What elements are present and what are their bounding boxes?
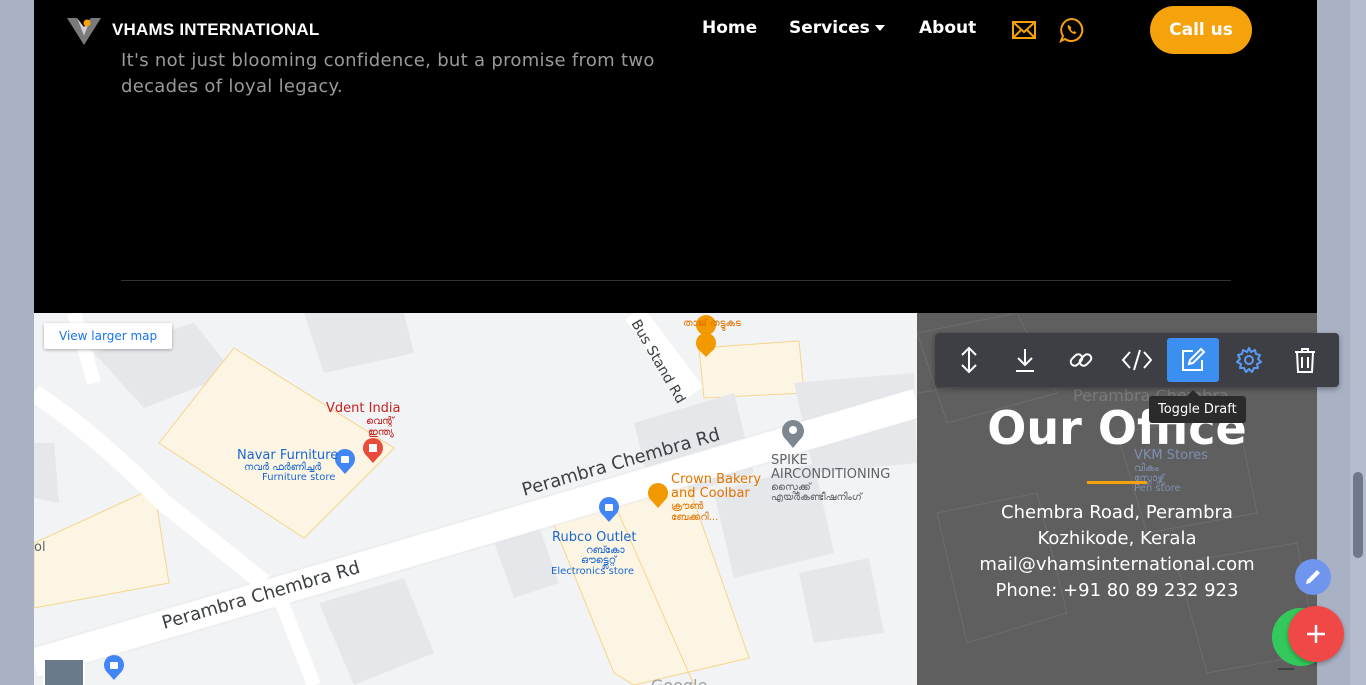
logo-icon: [66, 14, 102, 46]
place-label: Electronics store: [551, 566, 634, 577]
call-us-button[interactable]: Call us: [1150, 6, 1252, 54]
code-icon[interactable]: [1111, 338, 1163, 382]
whatsapp-icon[interactable]: [1059, 17, 1085, 44]
nav-services-label: Services: [789, 18, 870, 38]
edit-draft-icon[interactable]: [1167, 338, 1219, 382]
place-label: ഇന്ത്യ: [368, 427, 394, 438]
nav-home[interactable]: Home: [702, 18, 757, 38]
office-address-line-2: Kozhikode, Kerala: [1037, 528, 1197, 549]
nav-services[interactable]: Services: [789, 18, 885, 38]
pencil-icon[interactable]: [1295, 559, 1331, 595]
settings-icon[interactable]: [1223, 338, 1275, 382]
site-header: VHAMS INTERNATIONAL Home Services About …: [34, 0, 1317, 58]
office-phone[interactable]: Phone: +91 80 89 232 923: [917, 580, 1317, 601]
place-label: ol: [34, 540, 46, 555]
place-label: താജ് തട്ടുകട: [683, 317, 741, 331]
place-label: Navar Furniture: [237, 448, 338, 463]
shopping-pin-icon[interactable]: [104, 655, 124, 680]
divider: [121, 280, 1231, 281]
mail-icon[interactable]: [1011, 17, 1037, 43]
street-view-thumbnail[interactable]: [43, 658, 85, 685]
minimize-icon[interactable]: [1278, 668, 1294, 670]
office-title: Our Office: [987, 401, 1247, 455]
add-icon[interactable]: [1288, 606, 1344, 662]
place-label: ക്രൗൺ: [671, 501, 703, 512]
place-label: and Coolbar: [671, 486, 750, 501]
place-label: Vdent India: [326, 401, 401, 416]
place-label: എയർകണ്ടീഷനിംഗ്: [771, 491, 864, 503]
place-label: Furniture store: [262, 472, 335, 483]
toggle-draft-tooltip: Toggle Draft: [1149, 390, 1246, 423]
chevron-down-icon: [874, 25, 885, 31]
bg-map-label: Pen store: [1134, 483, 1181, 494]
place-label: ബേക്കറി...: [671, 511, 718, 523]
move-icon[interactable]: [943, 338, 995, 382]
office-address-line-1: Chembra Road, Perambra: [1001, 502, 1233, 523]
download-icon[interactable]: [999, 338, 1051, 382]
place-label: AIRCONDITIONING: [771, 467, 890, 482]
title-underline: [1087, 481, 1147, 484]
place-label: Crown Bakery: [671, 472, 761, 487]
place-label: SPIKE: [771, 453, 808, 468]
nav-about[interactable]: About: [919, 18, 976, 38]
place-label: Rubco Outlet: [552, 530, 636, 545]
embedded-map[interactable]: Perambra Chembra Rd Perambra Chembra Rd …: [34, 313, 917, 685]
block-toolbar: [935, 333, 1339, 387]
site-logo[interactable]: VHAMS INTERNATIONAL: [66, 14, 319, 46]
scrollbar-thumb[interactable]: [1353, 472, 1363, 558]
view-larger-map-link[interactable]: View larger map: [44, 323, 173, 349]
brand-name: VHAMS INTERNATIONAL: [112, 20, 320, 39]
trash-icon[interactable]: [1279, 338, 1331, 382]
link-icon[interactable]: [1055, 338, 1107, 382]
google-logo: Google: [651, 676, 707, 685]
office-email[interactable]: mail@vhamsinternational.com: [917, 554, 1317, 575]
page-scrollbar[interactable]: [1350, 0, 1366, 685]
